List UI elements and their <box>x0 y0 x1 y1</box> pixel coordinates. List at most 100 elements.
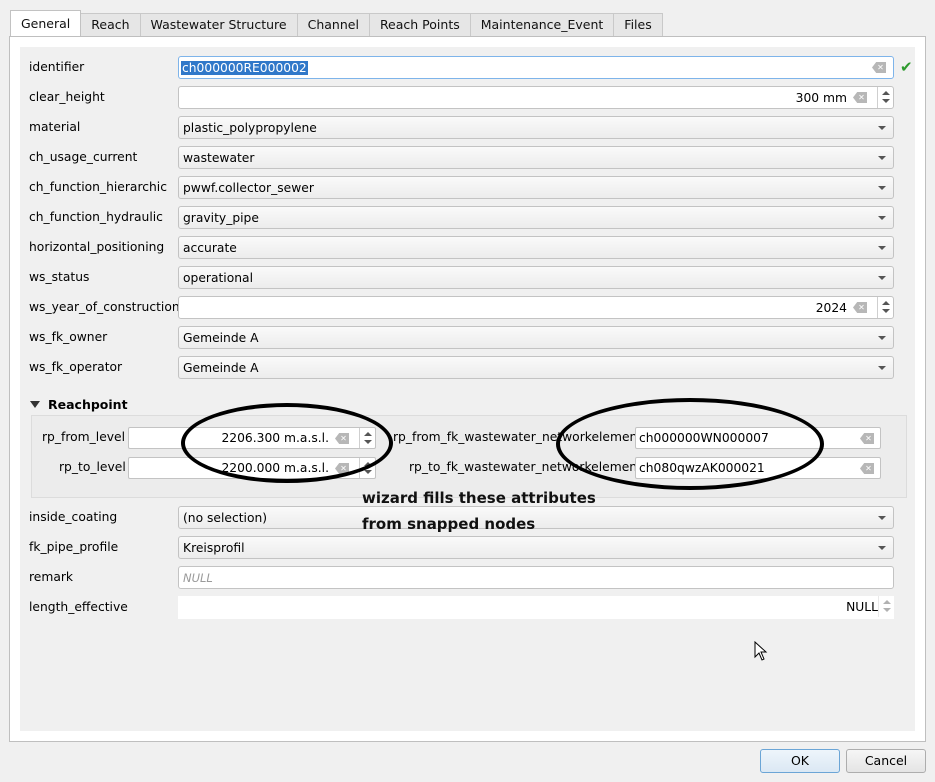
ws-fk-owner-label: ws_fk_owner <box>29 330 108 344</box>
spin-up-icon[interactable] <box>364 462 372 466</box>
row-ch-function-hierarchic: ch_function_hierarchic pwwf.collector_se… <box>20 176 915 200</box>
length-effective-spinbox[interactable]: NULL <box>178 596 894 619</box>
chevron-down-icon <box>878 276 886 280</box>
spin-down-icon[interactable] <box>364 470 372 474</box>
row-ws-status: ws_status operational <box>20 266 915 290</box>
horizontal-positioning-value: accurate <box>183 241 237 255</box>
ch-function-hydraulic-label: ch_function_hydraulic <box>29 210 163 224</box>
mouse-cursor-icon <box>754 641 768 661</box>
chevron-down-icon <box>878 126 886 130</box>
ch-function-hydraulic-value: gravity_pipe <box>183 211 259 225</box>
general-tab-panel: identifier ch000000RE000002 ✕ ✔ clear_he… <box>9 36 926 742</box>
row-ws-year-of-construction: ws_year_of_construction 2024 ✕ <box>20 296 915 320</box>
clear-icon[interactable]: ✕ <box>860 463 874 474</box>
spin-down-icon[interactable] <box>882 99 890 103</box>
rp-to-level-label: rp_to_level <box>59 460 126 474</box>
row-remark: remark NULL <box>20 566 915 590</box>
material-value: plastic_polypropylene <box>183 121 317 135</box>
spin-buttons[interactable] <box>359 458 375 478</box>
row-horizontal-positioning: horizontal_positioning accurate <box>20 236 915 260</box>
remark-input[interactable]: NULL <box>178 566 894 589</box>
clear-height-value: 300 mm <box>795 91 847 105</box>
clear-icon[interactable]: ✕ <box>335 433 349 444</box>
tab-reach-points[interactable]: Reach Points <box>368 13 471 36</box>
remark-placeholder: NULL <box>183 571 213 585</box>
fk-pipe-profile-label: fk_pipe_profile <box>29 540 119 554</box>
tab-bar: General Reach Wastewater Structure Chann… <box>10 10 663 36</box>
identifier-label: identifier <box>29 60 85 74</box>
spin-up-icon[interactable] <box>883 600 891 604</box>
spin-down-icon[interactable] <box>364 440 372 444</box>
clear-icon[interactable]: ✕ <box>860 433 874 444</box>
ws-fk-owner-value: Gemeinde A <box>183 331 259 345</box>
annotation-text: wizard fills these attributes from snapp… <box>362 485 596 537</box>
spin-buttons[interactable] <box>878 596 894 617</box>
clear-icon[interactable]: ✕ <box>335 463 349 474</box>
inside-coating-label: inside_coating <box>29 510 118 524</box>
ok-button[interactable]: OK <box>760 749 840 773</box>
rp-from-fk-input[interactable]: ch000000WN000007 ✕ <box>635 427 881 449</box>
ws-fk-operator-combobox[interactable]: Gemeinde A <box>178 356 894 379</box>
spin-buttons[interactable] <box>877 87 893 108</box>
spin-up-icon[interactable] <box>364 432 372 436</box>
collapse-triangle-icon <box>30 401 40 408</box>
row-ch-function-hydraulic: ch_function_hydraulic gravity_pipe <box>20 206 915 230</box>
reachpoint-group-toggle[interactable]: Reachpoint <box>30 397 128 412</box>
length-effective-label: length_effective <box>29 600 128 614</box>
fk-pipe-profile-combobox[interactable]: Kreisprofil <box>178 536 894 559</box>
annotation-line-2: from snapped nodes <box>362 515 536 533</box>
clear-height-spinbox[interactable]: 300 mm ✕ <box>178 86 894 109</box>
rp-to-fk-input[interactable]: ch080qwzAK000021 ✕ <box>635 457 881 479</box>
ch-usage-current-value: wastewater <box>183 151 255 165</box>
ws-fk-owner-combobox[interactable]: Gemeinde A <box>178 326 894 349</box>
row-material: material plastic_polypropylene <box>20 116 915 140</box>
spin-buttons[interactable] <box>877 297 893 318</box>
ws-year-of-construction-spinbox[interactable]: 2024 ✕ <box>178 296 894 319</box>
spin-up-icon[interactable] <box>882 91 890 95</box>
tab-general[interactable]: General <box>10 10 82 36</box>
row-fk-pipe-profile: fk_pipe_profile Kreisprofil <box>20 536 915 560</box>
chevron-down-icon <box>878 516 886 520</box>
ch-usage-current-combobox[interactable]: wastewater <box>178 146 894 169</box>
clear-icon[interactable]: ✕ <box>853 302 867 313</box>
spin-buttons[interactable] <box>359 428 375 448</box>
row-length-effective: length_effective NULL <box>20 596 915 620</box>
ch-function-hierarchic-combobox[interactable]: pwwf.collector_sewer <box>178 176 894 199</box>
identifier-input[interactable]: ch000000RE000002 ✕ <box>178 56 894 79</box>
rp-to-level-value: 2200.000 m.a.s.l. <box>221 461 329 475</box>
tab-files[interactable]: Files <box>613 13 663 36</box>
clear-icon[interactable]: ✕ <box>853 92 867 103</box>
rp-to-level-spinbox[interactable]: 2200.000 m.a.s.l. ✕ <box>128 457 376 479</box>
row-ws-fk-operator: ws_fk_operator Gemeinde A <box>20 356 915 380</box>
clear-icon[interactable]: ✕ <box>872 62 886 73</box>
chevron-down-icon <box>878 546 886 550</box>
form-area: identifier ch000000RE000002 ✕ ✔ clear_he… <box>20 47 915 731</box>
ch-function-hierarchic-label: ch_function_hierarchic <box>29 180 167 194</box>
ws-fk-operator-label: ws_fk_operator <box>29 360 123 374</box>
row-clear-height: clear_height 300 mm ✕ <box>20 86 915 110</box>
rp-from-level-value: 2206.300 m.a.s.l. <box>221 431 329 445</box>
row-identifier: identifier ch000000RE000002 ✕ ✔ <box>20 56 915 80</box>
ws-status-combobox[interactable]: operational <box>178 266 894 289</box>
spin-up-icon[interactable] <box>882 301 890 305</box>
tab-reach[interactable]: Reach <box>80 13 141 36</box>
ch-function-hierarchic-value: pwwf.collector_sewer <box>183 181 314 195</box>
ch-usage-current-label: ch_usage_current <box>29 150 138 164</box>
ch-function-hydraulic-combobox[interactable]: gravity_pipe <box>178 206 894 229</box>
tab-wastewater-structure[interactable]: Wastewater Structure <box>139 13 298 36</box>
length-effective-value: NULL <box>846 600 878 614</box>
spin-down-icon[interactable] <box>883 608 891 612</box>
rp-to-fk-value: ch080qwzAK000021 <box>639 461 765 475</box>
tab-channel[interactable]: Channel <box>296 13 370 36</box>
chevron-down-icon <box>878 336 886 340</box>
annotation-line-1: wizard fills these attributes <box>362 489 596 507</box>
cancel-button[interactable]: Cancel <box>846 749 926 773</box>
material-combobox[interactable]: plastic_polypropylene <box>178 116 894 139</box>
chevron-down-icon <box>878 156 886 160</box>
horizontal-positioning-combobox[interactable]: accurate <box>178 236 894 259</box>
rp-from-level-spinbox[interactable]: 2206.300 m.a.s.l. ✕ <box>128 427 376 449</box>
horizontal-positioning-label: horizontal_positioning <box>29 240 165 254</box>
ws-status-label: ws_status <box>29 270 90 284</box>
tab-maintenance-event[interactable]: Maintenance_Event <box>469 13 615 36</box>
spin-down-icon[interactable] <box>882 309 890 313</box>
